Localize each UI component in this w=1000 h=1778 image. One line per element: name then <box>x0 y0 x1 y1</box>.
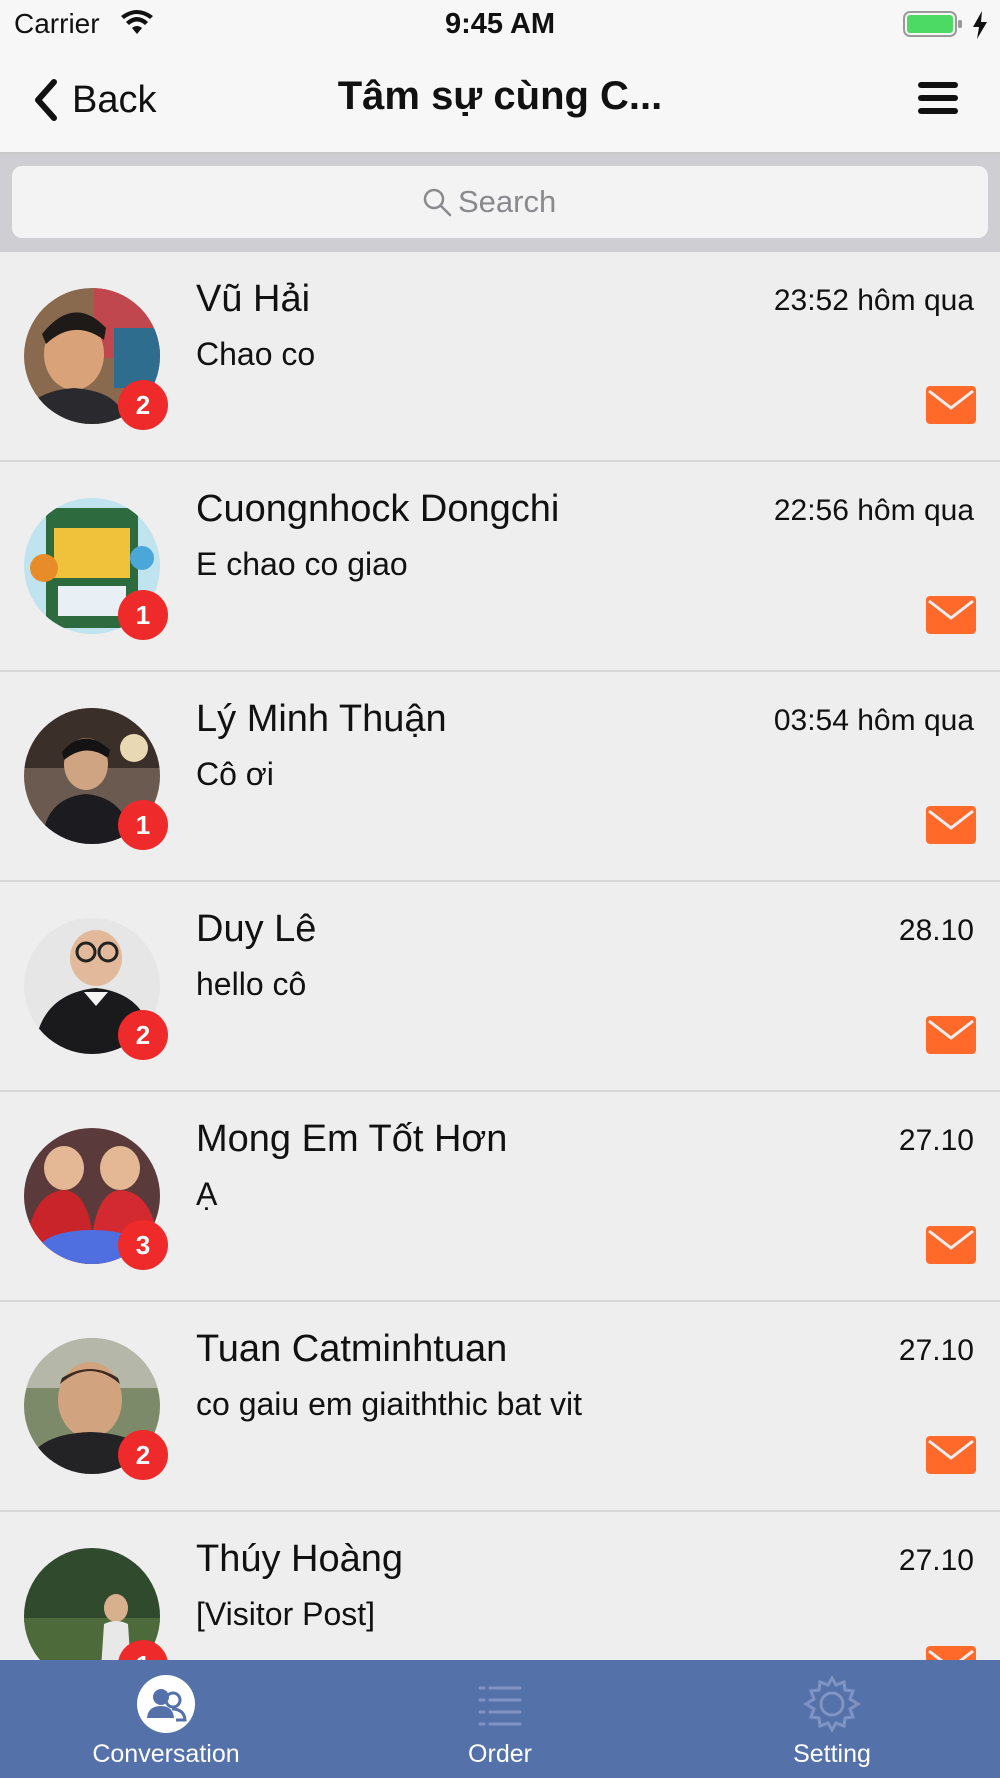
mail-icon[interactable] <box>926 1436 976 1474</box>
unread-badge: 1 <box>118 800 168 850</box>
message-time: 27.10 <box>898 1124 974 1157</box>
tab-order[interactable]: Order <box>380 1660 620 1778</box>
contact-name: Cuongnhock Dongchi <box>196 488 560 530</box>
contact-name: Vũ Hải <box>196 278 311 320</box>
conversation-row[interactable]: 2 Vũ Hải Chao co 23:52 hôm qua <box>0 252 1000 462</box>
message-preview: [Visitor Post] <box>196 1596 376 1632</box>
message-time: 28.10 <box>898 914 974 947</box>
message-preview: E chao co giao <box>196 546 408 582</box>
conversation-row[interactable]: 1 Thúy Hoàng [Visitor Post] 27.10 <box>0 1512 1000 1660</box>
gear-icon <box>803 1674 861 1734</box>
mail-icon[interactable] <box>926 1226 976 1264</box>
contact-name: Lý Minh Thuận <box>196 698 447 740</box>
contact-name: Duy Lê <box>196 908 317 950</box>
search-input[interactable] <box>458 184 578 220</box>
unread-badge: 1 <box>118 590 168 640</box>
mail-icon[interactable] <box>926 386 976 424</box>
unread-badge: 3 <box>118 1220 168 1270</box>
charging-bolt-icon <box>973 11 987 39</box>
message-preview: co gaiu em giaiththic bat vit <box>196 1386 582 1422</box>
message-time: 22:56 hôm qua <box>773 494 974 527</box>
battery-icon <box>903 11 962 37</box>
tab-label: Setting <box>793 1740 871 1768</box>
conversation-row[interactable]: 2 Duy Lê hello cô 28.10 <box>0 882 1000 1092</box>
back-button[interactable]: Back <box>30 70 156 130</box>
message-preview: Chao co <box>196 336 316 372</box>
tab-label: Conversation <box>92 1740 240 1768</box>
hamburger-menu-icon[interactable] <box>916 76 962 122</box>
search-bar <box>0 154 1000 252</box>
tab-bar: Conversation Order Setting <box>0 1660 1000 1778</box>
conversation-row[interactable]: 1 Cuongnhock Dongchi E chao co giao 22:5… <box>0 462 1000 672</box>
message-preview: Cô ơi <box>196 756 274 792</box>
list-icon <box>478 1686 522 1726</box>
tab-label: Order <box>468 1740 532 1768</box>
conversation-icon <box>137 1675 195 1733</box>
conversation-row[interactable]: 3 Mong Em Tốt Hơn Ạ 27.10 <box>0 1092 1000 1302</box>
mail-icon[interactable] <box>926 1646 976 1660</box>
mail-icon[interactable] <box>926 596 976 634</box>
unread-badge: 2 <box>118 1430 168 1480</box>
unread-badge: 2 <box>118 380 168 430</box>
conversation-list: 2 Vũ Hải Chao co 23:52 hôm qua 1 Cuongnh… <box>0 252 1000 1660</box>
conversation-row[interactable]: 2 Tuan Catminhtuan co gaiu em giaiththic… <box>0 1302 1000 1512</box>
conversation-row[interactable]: 1 Lý Minh Thuận Cô ơi 03:54 hôm qua <box>0 672 1000 882</box>
page-title: Tâm sự cùng C... <box>337 74 663 118</box>
contact-name: Tuan Catminhtuan <box>196 1328 508 1370</box>
contact-name: Mong Em Tốt Hơn <box>196 1118 508 1160</box>
search-field[interactable] <box>12 166 988 238</box>
chevron-left-icon <box>35 79 57 121</box>
message-preview: hello cô <box>196 966 307 1002</box>
message-time: 27.10 <box>898 1334 974 1367</box>
tab-conversation[interactable]: Conversation <box>46 1660 286 1778</box>
status-time: 9:45 AM <box>444 8 556 40</box>
status-bar: Carrier 9:45 AM <box>0 0 1000 52</box>
navigation-bar: Back Tâm sự cùng C... <box>0 52 1000 154</box>
search-icon <box>423 188 452 217</box>
mail-icon[interactable] <box>926 806 976 844</box>
message-time: 27.10 <box>898 1544 974 1577</box>
back-label: Back <box>72 78 157 121</box>
contact-name: Thúy Hoàng <box>196 1538 404 1580</box>
message-time: 23:52 hôm qua <box>773 284 974 317</box>
mail-icon[interactable] <box>926 1016 976 1054</box>
unread-badge: 2 <box>118 1010 168 1060</box>
message-preview: Ạ <box>196 1176 218 1212</box>
tab-setting[interactable]: Setting <box>712 1660 952 1778</box>
message-time: 03:54 hôm qua <box>773 704 974 737</box>
